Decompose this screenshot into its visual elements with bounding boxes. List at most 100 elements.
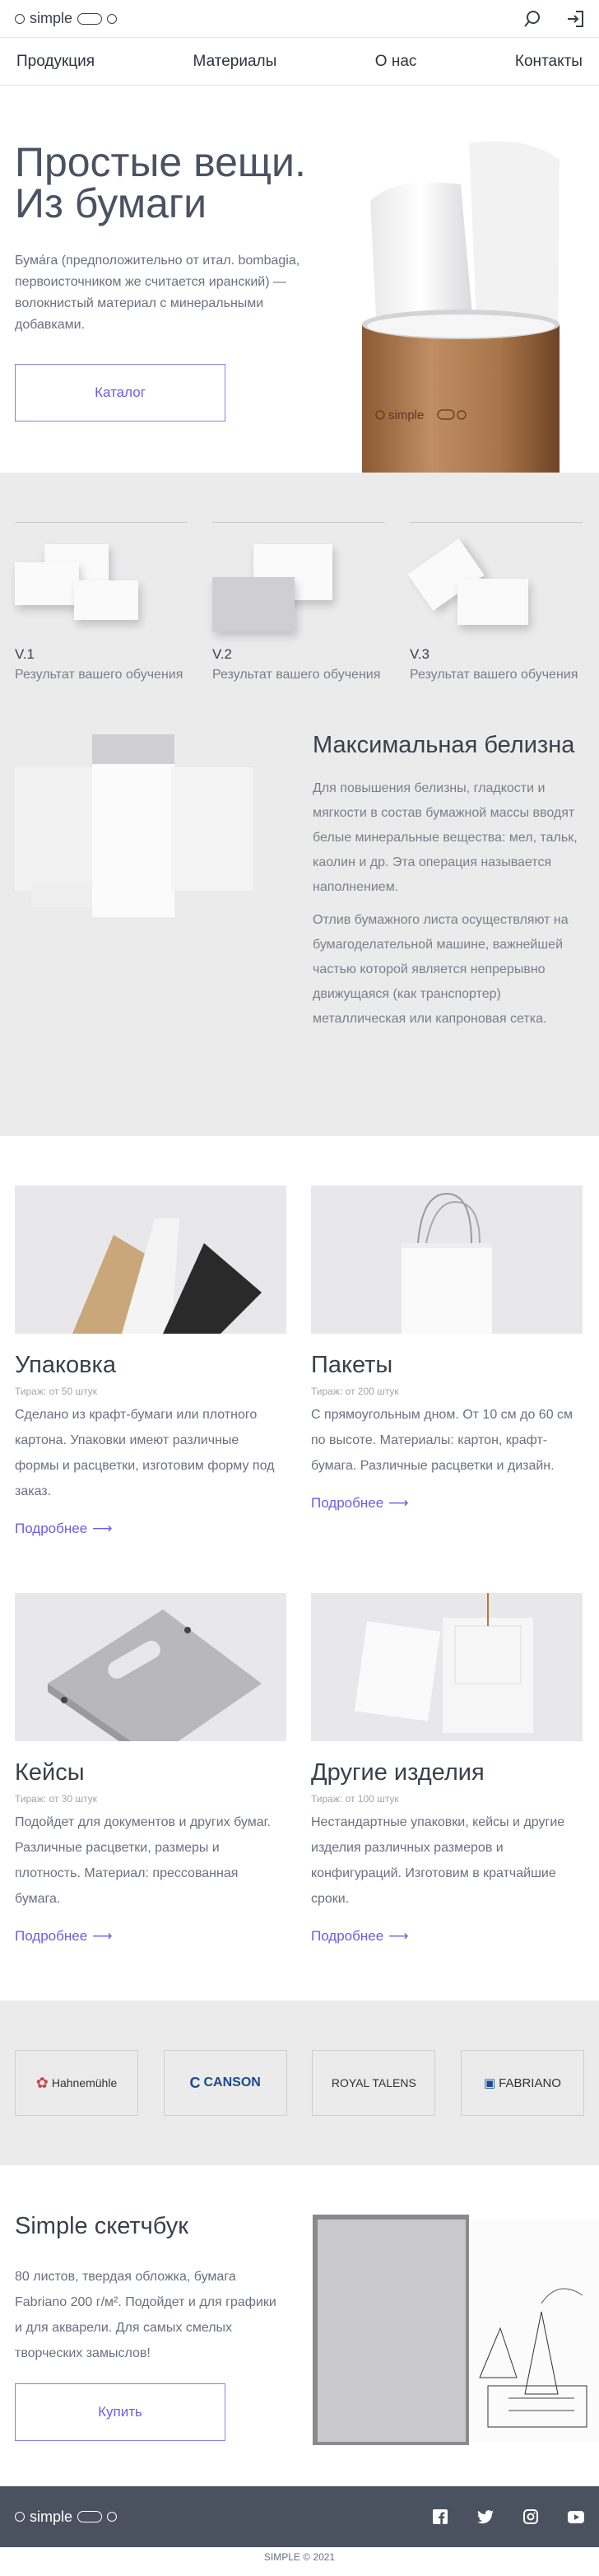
category-text: Нестандартные упаковки, кейсы и другие и… [311,1815,565,1906]
category-card: Кейсы Тираж: от 30 штук Подойдет для док… [15,1593,286,1945]
divider [15,522,188,523]
category-run: Тираж: от 50 штук [15,1386,97,1397]
logo[interactable]: simple [15,10,118,27]
whiteness-paragraph-2: Отлив бумажного листа осуществляют на бу… [313,913,569,1026]
hero-title: Простые вещи. Из бумаги [15,142,306,224]
nav-item-contacts[interactable]: Контакты [515,53,583,71]
sketchbook-section: Simple скетчбук 80 листов, твердая облож… [0,2165,599,2486]
arrow-right-icon: ⟶ [92,1521,113,1536]
catalog-button[interactable]: Каталог [15,364,225,422]
twitter-icon[interactable] [477,2509,494,2524]
more-link-label: Подробнее [311,1495,384,1511]
more-link-label: Подробнее [15,1521,88,1536]
whiteness-title: Максимальная белизна [313,732,575,758]
canson-logo-icon: C [189,2074,201,2091]
brand-label: CANSON [203,2075,261,2089]
sketchbook-title: Simple скетчбук [15,2213,188,2239]
facebook-icon[interactable] [433,2509,448,2524]
other-products-image[interactable] [311,1593,583,1741]
brand-hahnemuhle[interactable]: ✿ Hahnemühle [15,2050,138,2116]
footer: simple [0,2486,599,2547]
brand-royal-talens[interactable]: ROYAL TALENS [312,2050,436,2116]
paper-tube-image: simple [362,141,560,473]
product-card[interactable]: V.3 Результат вашего обучения [407,522,583,686]
product-version: V.1 [15,646,35,662]
category-card: Пакеты Тираж: от 200 штук С прямоугольны… [311,1186,583,1512]
category-text: Подойдет для документов и других бумаг. … [15,1815,271,1906]
product-version: V.3 [410,646,430,662]
packaging-image[interactable] [15,1186,286,1334]
more-link[interactable]: Подробнее ⟶ [15,1928,286,1945]
more-link[interactable]: Подробнее ⟶ [311,1928,583,1945]
product-desc: Результат вашего обучения [212,668,381,682]
whiteness-block: Максимальная белизна Для повышения белиз… [313,732,584,1032]
bags-image[interactable] [311,1186,583,1334]
youtube-icon[interactable] [568,2510,584,2523]
product-version: V.2 [212,646,232,662]
logo-pill-icon [77,12,103,25]
page: simple Продукция Материалы О нас Контакт… [0,0,599,2567]
brand-fabriano[interactable]: ▣ FABRIANO [460,2050,584,2116]
login-icon[interactable] [566,10,584,28]
product-image-v2 [212,538,385,636]
more-link[interactable]: Подробнее ⟶ [15,1521,286,1537]
hero-section: Простые вещи. Из бумаги Бума́га (предполо… [0,86,599,473]
brand-label: ROYAL TALENS [331,2076,416,2089]
category-text: Сделано из крафт-бумаги или плотного кар… [15,1408,275,1498]
brands-section: ✿ Hahnemühle C CANSON ROYAL TALENS ▣ FAB… [0,2001,599,2165]
brand-label: Hahnemühle [51,2076,118,2089]
divider [212,522,385,523]
logo-text: simple [30,2508,73,2525]
social-links [433,2509,584,2524]
header-icons [523,10,584,28]
copyright: SIMPLE © 2021 [263,2551,336,2563]
instagram-icon[interactable] [523,2509,538,2524]
sketchbook-image [313,2215,599,2445]
category-title: Другие изделия [311,1759,485,1786]
category-title: Упаковка [15,1352,116,1378]
top-bar: simple [0,0,599,38]
product-image-v3 [407,538,583,636]
hero-text: Бума́га (предположительно от итал. bomba… [15,254,300,332]
arrow-right-icon: ⟶ [388,1928,409,1944]
main-nav: Продукция Материалы О нас Контакты [0,38,599,86]
category-card: Упаковка Тираж: от 50 штук Сделано из кр… [15,1186,286,1537]
brand-label: FABRIANO [499,2075,561,2090]
logo-text: simple [30,10,73,26]
category-run: Тираж: от 100 штук [311,1793,399,1805]
buy-button[interactable]: Купить [15,2383,225,2441]
whiteness-paragraph-1: Для повышения белизны, гладкости и мягко… [313,781,578,894]
product-desc: Результат вашего обучения [410,668,578,682]
fabriano-logo-icon: ▣ [483,2076,496,2090]
category-card: Другие изделия Тираж: от 100 штук Нестан… [311,1593,583,1945]
logo-pill-icon [77,2511,103,2522]
nav-item-materials[interactable]: Материалы [193,53,277,71]
nav-item-about[interactable]: О нас [375,53,417,71]
more-link[interactable]: Подробнее ⟶ [311,1495,583,1512]
category-run: Тираж: от 30 штук [15,1793,97,1805]
hero-title-line1: Простые вещи. [15,139,306,185]
search-icon[interactable] [523,10,541,28]
product-card[interactable]: V.1 Результат вашего обучения [15,522,188,686]
logo-circle-icon [107,13,118,24]
product-card[interactable]: V.2 Результат вашего обучения [212,522,385,686]
logo-circle-icon [107,2512,118,2522]
sketchbook-text: 80 листов, твердая обложка, бумага Fabri… [15,2270,276,2360]
more-link-label: Подробнее [15,1928,88,1944]
categories-section: Упаковка Тираж: от 50 штук Сделано из кр… [0,1136,599,2001]
category-title: Пакеты [311,1352,393,1378]
arrow-right-icon: ⟶ [92,1928,113,1944]
product-image-v1 [15,538,188,636]
category-title: Кейсы [15,1759,85,1786]
more-link-label: Подробнее [311,1928,384,1944]
category-run: Тираж: от 200 штук [311,1386,399,1397]
category-text: С прямоугольным дном. От 10 см до 60 см … [311,1408,573,1473]
product-desc: Результат вашего обучения [15,668,183,682]
arrow-right-icon: ⟶ [388,1495,409,1511]
nav-item-products[interactable]: Продукция [16,53,95,71]
footer-logo[interactable]: simple [15,2508,118,2526]
tube-logo-text: simple [388,408,424,422]
hahnemuhle-logo-icon: ✿ [35,2074,49,2091]
cases-image[interactable] [15,1593,286,1741]
brand-canson[interactable]: C CANSON [163,2050,287,2116]
